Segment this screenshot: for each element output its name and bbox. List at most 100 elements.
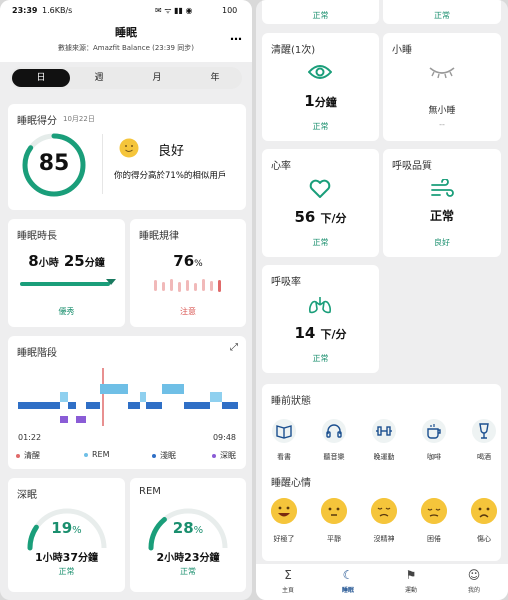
- legend-deep: 深眠: [212, 450, 236, 461]
- deep-minutes-unit: 分鐘: [77, 553, 98, 564]
- mood-tired-label: 沒精神: [373, 535, 395, 543]
- period-segmented-control: 日 週 月 年: [10, 67, 242, 89]
- deep-title: 深眠: [17, 490, 37, 501]
- top-left-status: 正常: [312, 11, 329, 20]
- sleep-stages-card[interactable]: 睡眠階段 ⤢ 01:22 09:48 清醒 REM 淺眠 深眠: [8, 336, 246, 469]
- sleep-score-card[interactable]: 睡眠得分 10月22日 85 良好 你的得分高於71%的相似用戶: [8, 104, 246, 210]
- breathing-quality-card[interactable]: 呼吸品質 正常 良好: [383, 149, 501, 257]
- sleep-duration-card[interactable]: 睡眠時長 8小時 25分鐘 優秀: [8, 219, 125, 327]
- legend-rem: REM: [84, 450, 110, 459]
- eye-icon: [308, 65, 332, 79]
- deep-hours: 1: [35, 551, 43, 564]
- deep-percent: 19: [51, 519, 73, 537]
- pre-sleep-music-label: 聽音樂: [323, 453, 345, 461]
- stages-chart: [18, 368, 238, 426]
- workout-tab-icon[interactable]: ⚑: [401, 568, 421, 582]
- closed-eye-icon: [429, 67, 455, 79]
- rem-minutes: 23: [184, 551, 200, 564]
- status-bar: 23:39 1.6KB/s ✉ ᯤ ▮▮ ◉ 100: [0, 0, 252, 22]
- awake-value: 1: [304, 92, 315, 110]
- legend-awake-dot: [16, 453, 20, 458]
- tab-profile[interactable]: 我的: [454, 585, 494, 594]
- nap-sub: --: [439, 120, 445, 129]
- heart-title: 心率: [271, 161, 291, 172]
- headphones-icon[interactable]: [322, 419, 346, 443]
- duration-minutes-unit: 分鐘: [84, 258, 105, 269]
- pre-sleep-reading-label: 看書: [277, 453, 291, 461]
- book-icon[interactable]: [272, 419, 296, 443]
- divider: [102, 134, 103, 194]
- regularity-bars: [154, 279, 221, 292]
- sleep-regularity-card[interactable]: 睡眠規律 76% 注意: [130, 219, 246, 327]
- dumbbell-icon[interactable]: [372, 419, 396, 443]
- deep-hours-unit: 小時: [42, 553, 63, 564]
- breath-rate-title: 呼吸率: [271, 277, 301, 288]
- pre-sleep-mood-card: 睡前狀態 看書 聽音樂 晚運動 咖啡 喝酒 睡醒心情 好極了 平靜 沒精神 困倦…: [262, 384, 501, 561]
- deep-sleep-card[interactable]: 深眠 19% 1小時37分鐘 正常: [8, 478, 125, 592]
- duration-status: 優秀: [58, 307, 75, 316]
- tab-home[interactable]: 主頁: [268, 585, 308, 594]
- top-right-card-partial[interactable]: 正常: [383, 0, 501, 24]
- duration-title: 睡眠時長: [17, 231, 57, 242]
- regularity-value-wrap: 76%: [130, 251, 246, 270]
- deep-percent-wrap: 19%: [51, 519, 82, 537]
- mood-sleepy-label: 困倦: [427, 535, 441, 543]
- legend-rem-dot: [84, 452, 88, 457]
- duration-marker-icon: [106, 279, 116, 285]
- regularity-unit: %: [194, 259, 203, 269]
- battery-level: 100: [222, 6, 238, 15]
- duration-value: 8小時 25分鐘: [8, 251, 125, 270]
- stages-end: 09:48: [212, 433, 236, 442]
- segment-week[interactable]: 週: [70, 69, 128, 87]
- sleep-tab-icon[interactable]: ☾: [338, 568, 358, 582]
- awake-title: 清醒(1次): [271, 45, 316, 56]
- segment-day[interactable]: 日: [12, 69, 70, 87]
- duration-hours-unit: 小時: [38, 258, 59, 269]
- mood-sad-label: 傷心: [477, 535, 491, 543]
- rem-percent: 28: [172, 519, 194, 537]
- mood-calm-label: 平靜: [327, 535, 341, 543]
- coffee-icon[interactable]: [422, 419, 446, 443]
- home-tab-icon[interactable]: Σ: [278, 568, 298, 582]
- rem-minutes-unit: 分鐘: [199, 553, 220, 564]
- awake-card[interactable]: 清醒(1次) 1分鐘 正常: [262, 33, 379, 141]
- app-header: 睡眠 數據來源：Amazfit Balance (23:39 同步) ⋯: [0, 22, 252, 62]
- sad-mood-icon[interactable]: [471, 498, 497, 524]
- regularity-status: 注意: [180, 307, 196, 316]
- rem-duration: 2小時23分鐘: [130, 546, 246, 565]
- awake-unit: 分鐘: [314, 96, 337, 109]
- breath-quality-status: 良好: [434, 238, 450, 247]
- stages-title: 睡眠階段: [17, 348, 57, 359]
- bottom-tab-bar: Σ 主頁 ☾ 睡眠 ⚑ 運動 ☺ 我的: [256, 564, 508, 600]
- profile-tab-icon[interactable]: ☺: [464, 568, 484, 582]
- tab-workout[interactable]: 運動: [391, 585, 431, 594]
- more-icon[interactable]: ⋯: [230, 32, 242, 46]
- breath-rate-status: 正常: [312, 354, 329, 363]
- top-left-card-partial[interactable]: 正常: [262, 0, 379, 24]
- tired-mood-icon[interactable]: [371, 498, 397, 524]
- sleepy-mood-icon[interactable]: [421, 498, 447, 524]
- nap-card[interactable]: 小睡 無小睡 --: [383, 33, 501, 141]
- heart-rate-card[interactable]: 心率 56 下/分 正常: [262, 149, 379, 257]
- segment-month[interactable]: 月: [128, 69, 186, 87]
- expand-icon[interactable]: ⤢: [230, 342, 238, 353]
- legend-deep-label: 深眠: [220, 451, 236, 460]
- stages-start: 01:22: [18, 433, 42, 442]
- segment-year[interactable]: 年: [186, 69, 244, 87]
- heart-value-wrap: 56 下/分: [262, 207, 379, 226]
- duration-minutes: 25: [63, 252, 85, 270]
- wind-icon: [431, 179, 454, 197]
- breathing-rate-card[interactable]: 呼吸率 14 下/分 正常: [262, 265, 379, 373]
- wine-glass-icon[interactable]: [472, 419, 496, 443]
- calm-mood-icon[interactable]: [321, 498, 347, 524]
- rem-status: 正常: [180, 567, 196, 576]
- great-mood-icon[interactable]: [271, 498, 297, 524]
- tab-sleep[interactable]: 睡眠: [328, 585, 368, 594]
- score-rating: 良好: [158, 144, 185, 159]
- rem-sleep-card[interactable]: REM 28% 2小時23分鐘 正常: [130, 478, 246, 592]
- legend-awake-label: 清醒: [24, 451, 40, 460]
- breath-rate-unit: 下/分: [320, 328, 347, 341]
- lungs-icon: [309, 297, 331, 314]
- deep-status: 正常: [58, 567, 75, 576]
- heart-status: 正常: [312, 238, 329, 247]
